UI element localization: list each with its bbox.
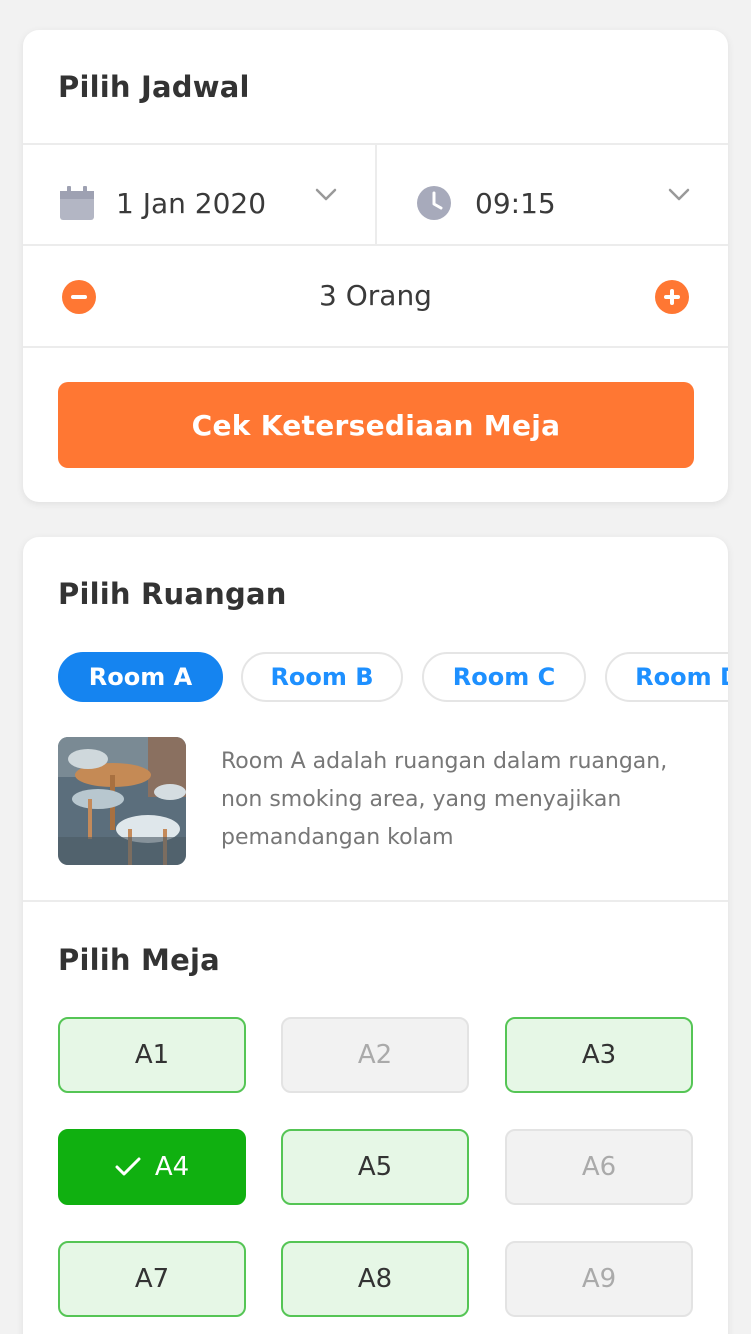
table-label: A8	[357, 1264, 393, 1294]
table-label: A3	[581, 1040, 617, 1070]
check-availability-button[interactable]: Cek Ketersediaan Meja	[58, 382, 694, 468]
table-label: A2	[357, 1040, 393, 1070]
tab-room-d[interactable]: Room D	[605, 652, 728, 702]
table-a1[interactable]: A1	[58, 1017, 246, 1093]
table-a6: A6	[505, 1129, 693, 1205]
chevron-down-icon[interactable]	[315, 187, 337, 206]
table-label: A5	[357, 1152, 393, 1182]
check-icon	[115, 1157, 141, 1177]
room-photo	[58, 737, 186, 865]
increase-guests-button[interactable]	[655, 280, 689, 314]
clock-icon	[415, 184, 453, 222]
chevron-down-icon[interactable]	[668, 187, 690, 206]
table-label: A1	[134, 1040, 170, 1070]
table-a9: A9	[505, 1241, 693, 1317]
room-tabs: Room A Room B Room C Room D	[58, 652, 728, 702]
time-value: 09:15	[475, 186, 556, 220]
table-a8[interactable]: A8	[281, 1241, 469, 1317]
table-label: A9	[581, 1264, 617, 1294]
tab-room-b[interactable]: Room B	[241, 652, 403, 702]
divider	[375, 145, 377, 245]
tab-room-c[interactable]: Room C	[422, 652, 586, 702]
divider	[23, 900, 728, 902]
table-a7[interactable]: A7	[58, 1241, 246, 1317]
divider	[23, 346, 728, 348]
table-a2: A2	[281, 1017, 469, 1093]
guest-count: 3 Orang	[319, 279, 432, 312]
tab-room-a[interactable]: Room A	[58, 652, 223, 702]
room-card: Pilih Ruangan Room A Room B Room C Room …	[23, 537, 728, 1334]
table-a3[interactable]: A3	[505, 1017, 693, 1093]
table-label: A7	[134, 1264, 170, 1294]
table-a5[interactable]: A5	[281, 1129, 469, 1205]
table-label: A6	[581, 1152, 617, 1182]
tables-title: Pilih Meja	[58, 943, 220, 977]
schedule-title: Pilih Jadwal	[58, 70, 250, 104]
date-value: 1 Jan 2020	[116, 186, 267, 220]
schedule-card: Pilih Jadwal 1 Jan 2020 09:15 3 Orang Ce…	[23, 30, 728, 502]
time-picker[interactable]: 09:15	[415, 173, 665, 233]
divider	[23, 244, 728, 246]
table-label: A4	[154, 1152, 190, 1182]
room-description: Room A adalah ruangan dalam ruangan, non…	[221, 749, 668, 850]
table-a4[interactable]: A4	[58, 1129, 246, 1205]
calendar-icon	[58, 184, 96, 222]
rooms-title: Pilih Ruangan	[58, 577, 287, 611]
